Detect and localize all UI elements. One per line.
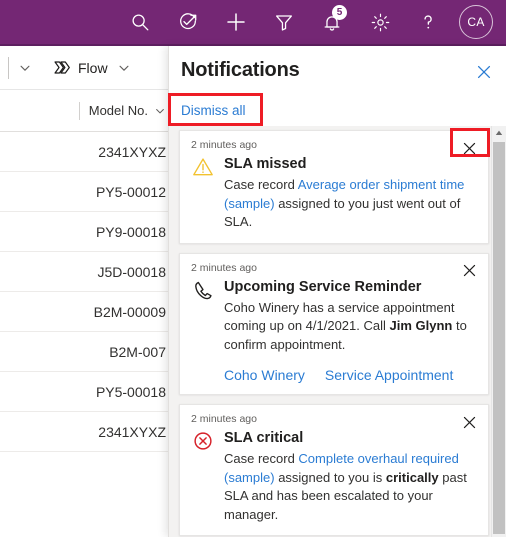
flow-button[interactable]: Flow [51,58,108,78]
table-row[interactable]: B2M-00009 [0,292,176,332]
list-item[interactable]: 2 minutes ago Upcoming Service Reminder [179,252,489,395]
table-row[interactable]: PY9-00018 [0,212,176,252]
cell-model-no: 2341XYXZ [98,423,166,440]
list-item[interactable]: 2 minutes ago [179,404,489,536]
cell-model-no: PY5-00018 [95,383,166,400]
table-row[interactable]: PY5-00012 [0,172,176,212]
cell-model-no: 2341XYXZ [98,143,166,160]
notification-title: SLA missed [224,156,307,172]
scrollbar-thumb[interactable] [493,142,505,534]
flow-icon [51,58,71,78]
notification-text-before: Case record [224,451,299,466]
gear-icon[interactable] [356,0,404,44]
assistant-icon[interactable] [164,0,212,44]
plus-icon[interactable] [212,0,260,44]
avatar[interactable]: CA [452,0,500,44]
dismiss-notification-icon[interactable] [458,137,480,159]
avatar-initials: CA [459,5,493,39]
scrollbar[interactable] [491,126,506,537]
warning-triangle-icon [191,154,215,232]
error-circle-icon [191,428,215,524]
records-grid: Model No. 2341XYXZ PY5-00012 PY9-00018 J… [0,90,176,537]
flow-chevron-down-icon[interactable] [108,52,140,84]
action-link-appointment[interactable]: Service Appointment [325,367,453,383]
filter-icon[interactable] [260,0,308,44]
notification-count-badge: 5 [332,5,347,20]
top-app-bar: 5 CA [0,0,506,44]
notifications-list: 2 minutes ago SLA missed Case record Ave… [169,126,506,537]
notification-title: SLA critical [224,430,304,446]
action-link-account[interactable]: Coho Winery [224,367,305,383]
notification-emphasis: critically [385,469,439,485]
column-header-label: Model No. [88,103,148,118]
search-icon[interactable] [116,0,164,44]
grid-column-header[interactable]: Model No. [0,90,176,132]
notification-text: Coho Winery has a service appointment co… [224,299,478,355]
table-row[interactable]: 2341XYXZ [0,412,176,452]
close-icon[interactable] [472,60,496,84]
app-root: 5 CA Flow Model No. 2341XYXZ PY5-00012 P… [0,0,506,537]
notification-contact-name: Jim Glynn [389,318,453,333]
cell-model-no: PY5-00012 [95,183,166,200]
notification-timestamp: 2 minutes ago [191,139,257,151]
table-row[interactable]: J5D-00018 [0,252,176,292]
notification-timestamp: 2 minutes ago [191,261,257,274]
help-icon[interactable] [404,0,452,44]
column-divider [78,101,80,120]
chevron-down-icon[interactable] [9,52,41,84]
table-row[interactable]: PY5-00018 [0,372,176,412]
dismiss-all-button[interactable]: Dismiss all [181,103,246,118]
list-item[interactable]: 2 minutes ago [179,130,489,244]
phone-icon [191,277,215,384]
notification-title: Upcoming Service Reminder [224,278,422,295]
flow-label: Flow [78,59,108,76]
scroll-up-arrow-icon[interactable] [492,126,506,140]
cell-model-no: B2M-007 [109,343,166,360]
notification-text: Case record Average order shipment time … [224,176,478,232]
notifications-panel-header: Notifications [169,46,506,95]
notifications-panel-subheader: Dismiss all [169,95,506,126]
dismiss-notification-icon[interactable] [458,411,480,433]
chevron-down-icon[interactable] [154,105,166,117]
notification-text-mid: assigned to you is [274,469,386,485]
bell-icon[interactable]: 5 [308,0,356,44]
table-row[interactable]: 2341XYXZ [0,132,176,172]
notification-timestamp: 2 minutes ago [191,413,257,425]
dismiss-notification-icon[interactable] [458,260,480,282]
page-title: Notifications [181,59,300,81]
notifications-panel: Notifications Dismiss all 2 minutes ago [168,46,506,537]
notification-actions: Coho Winery Service Appointment [224,367,478,383]
cell-model-no: B2M-00009 [93,303,166,320]
table-row[interactable]: B2M-007 [0,332,176,372]
cell-model-no: PY9-00018 [95,223,166,240]
command-bar: Flow [0,46,176,90]
notification-text: Case record Complete overhaul required (… [224,450,478,524]
cell-model-no: J5D-00018 [97,263,167,280]
notification-text-before: Case record [224,177,298,192]
